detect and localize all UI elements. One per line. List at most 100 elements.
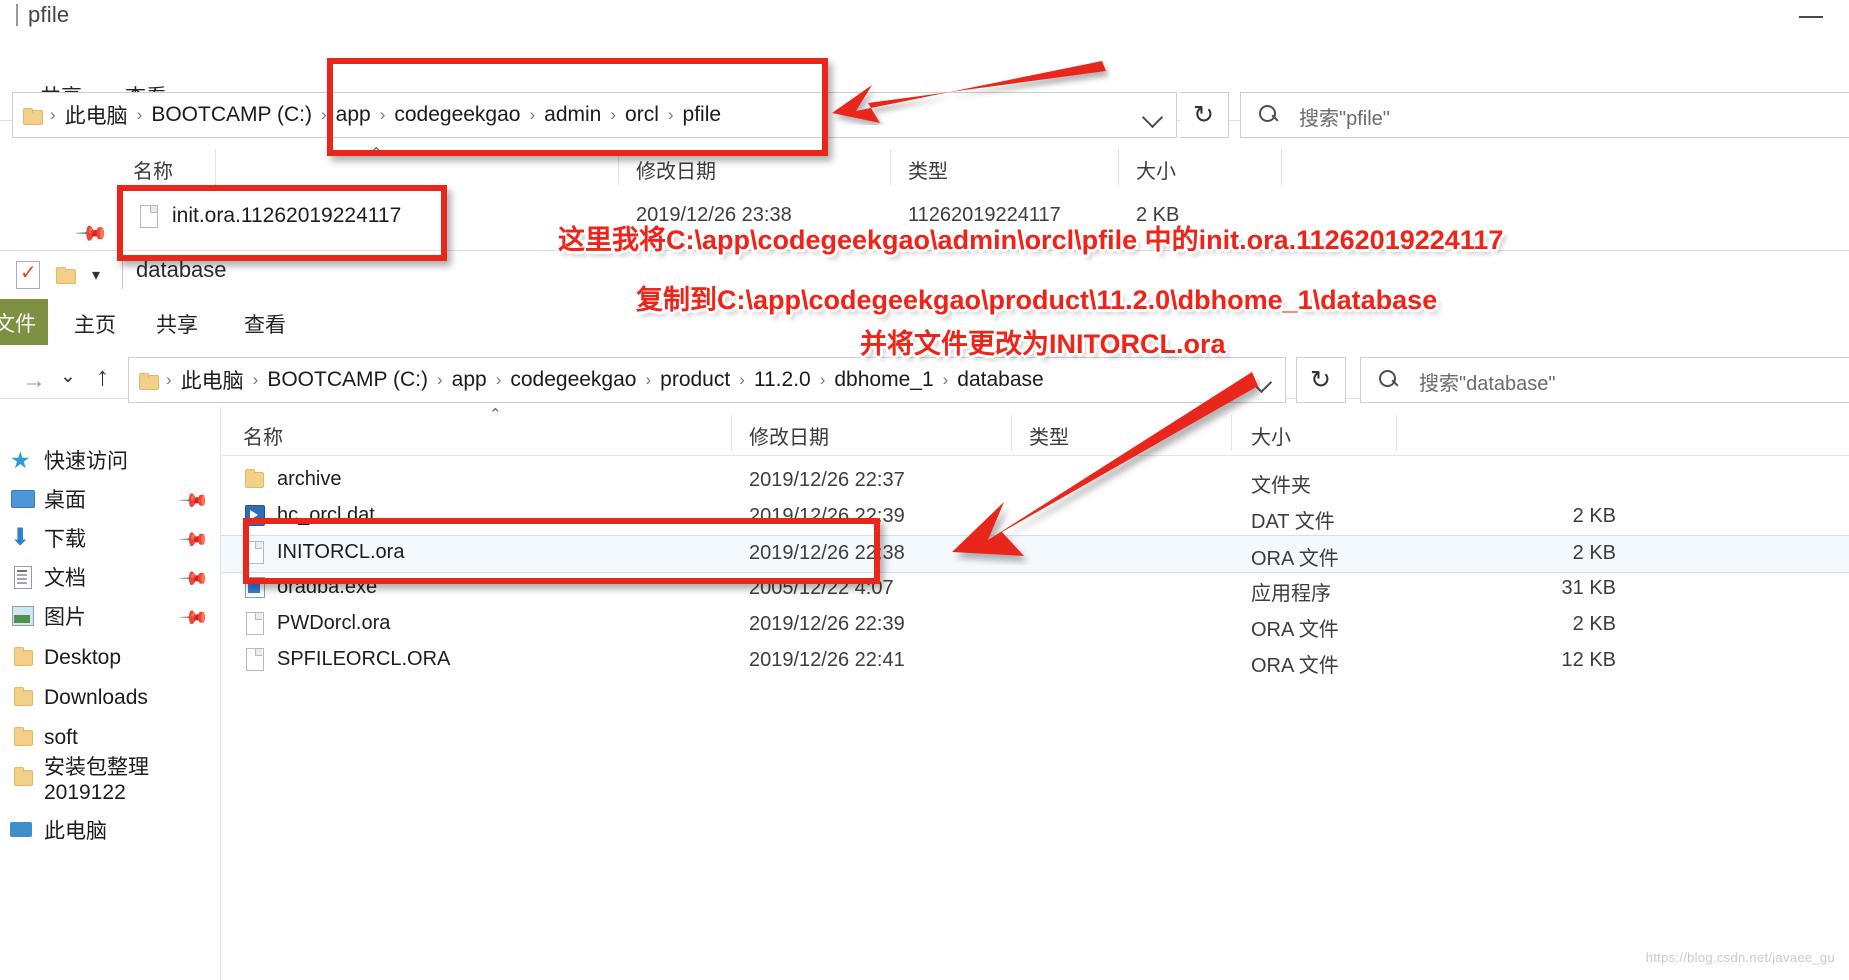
sidebar-item-label: 文档	[44, 566, 86, 590]
breadcrumb-segment[interactable]: codegeekgao	[510, 368, 636, 392]
folder-icon[interactable]	[56, 267, 76, 284]
file-icon	[243, 611, 265, 635]
breadcrumb-segment[interactable]: 此电脑	[65, 100, 128, 130]
sidebar-item-label: Downloads	[44, 685, 148, 709]
arrow-up-icon[interactable]: ↑	[96, 361, 109, 392]
breadcrumb-segment[interactable]: 11.2.0	[754, 368, 811, 392]
breadcrumb-separator: ›	[166, 370, 172, 389]
breadcrumb-separator: ›	[436, 370, 443, 389]
search-placeholder: 搜索"pfile"	[1299, 108, 1390, 130]
column-header-name[interactable]: 名称	[243, 421, 283, 450]
column-divider	[215, 149, 216, 185]
column-divider	[890, 149, 891, 185]
this-pc-icon	[10, 819, 34, 841]
column-header-date[interactable]: 修改日期	[636, 155, 716, 184]
document-icon	[10, 565, 34, 589]
file-name-cell: SPFILEORCL.ORA	[243, 647, 450, 671]
tab-share[interactable]: 共享	[156, 309, 198, 339]
file-size: 2 KB	[1572, 542, 1616, 564]
search-icon	[1379, 370, 1399, 389]
chevron-down-icon[interactable]	[1131, 92, 1175, 136]
breadcrumb-segment[interactable]: BOOTCAMP (C:)	[151, 103, 312, 127]
file-date: 2019/12/26 22:39	[749, 613, 905, 635]
file-type: 文件夹	[1251, 475, 1311, 497]
sidebar-item-label: 此电脑	[44, 819, 107, 843]
refresh-icon[interactable]: ↻	[1296, 357, 1346, 403]
tab-file[interactable]: 文件	[0, 299, 48, 345]
pin-icon[interactable]: 📌	[177, 601, 211, 635]
pin-icon[interactable]: 📌	[177, 562, 211, 596]
sidebar-item-this-pc[interactable]: 此电脑	[0, 811, 220, 848]
checkbox-checked-icon[interactable]	[16, 260, 42, 289]
breadcrumb-segment[interactable]: app	[452, 368, 487, 392]
search-input[interactable]: 搜索"database"	[1360, 357, 1849, 403]
breadcrumb-separator: ›	[739, 370, 745, 389]
folder-icon	[243, 467, 265, 491]
file-name: archive	[277, 467, 342, 490]
pin-icon[interactable]: 📌	[177, 484, 211, 518]
search-input[interactable]: 搜索"pfile"	[1240, 92, 1849, 138]
file-name: PWDorcl.ora	[277, 611, 391, 634]
sidebar-item-label: 安装包整理2019122	[44, 755, 149, 804]
sidebar-item-downloads-en[interactable]: Downloads	[0, 679, 220, 716]
table-row[interactable]: SPFILEORCL.ORA 2019/12/26 22:41 ORA 文件 1…	[221, 643, 1849, 679]
sidebar-item-downloads-cn[interactable]: ⬇ 下载 📌	[0, 519, 220, 557]
star-icon: ★	[10, 446, 31, 473]
file-size: 12 KB	[1561, 649, 1616, 671]
sidebar-item-label: Desktop	[44, 645, 122, 669]
file-icon	[243, 647, 265, 671]
sidebar-item-label: 图片	[44, 605, 86, 629]
file-name-cell: PWDorcl.ora	[243, 611, 390, 635]
file-name-cell: archive	[243, 467, 341, 491]
breadcrumb-highlight-box	[327, 58, 828, 156]
sidebar-item-quick-access[interactable]: ★ 快速访问	[0, 441, 220, 478]
breadcrumb-segment[interactable]: BOOTCAMP (C:)	[267, 368, 428, 392]
annotation-line-2: 复制到C:\app\codegeekgao\product\11.2.0\dbh…	[636, 285, 1438, 315]
file-date: 2019/12/26 22:41	[749, 649, 905, 671]
breadcrumb: › 此电脑 › BOOTCAMP (C:) › app › codegeekga…	[139, 358, 1044, 402]
refresh-icon[interactable]: ↻	[1180, 92, 1229, 138]
sidebar-item-pictures-cn[interactable]: 图片 📌	[0, 597, 220, 634]
sidebar-item-install-packages[interactable]: 安装包整理2019122	[0, 756, 220, 804]
sidebar-item-desktop[interactable]: 桌面 📌	[0, 480, 220, 517]
sidebar-item-desktop-en[interactable]: Desktop	[0, 639, 220, 676]
chevron-down-icon[interactable]: ⌄	[60, 365, 76, 388]
sidebar-item-label: soft	[44, 725, 78, 749]
file-date: 2019/12/26 22:37	[749, 469, 905, 491]
column-header-name[interactable]: 名称	[133, 155, 173, 184]
breadcrumb-segment[interactable]: product	[660, 368, 730, 392]
sidebar-item-documents-cn[interactable]: 文档 📌	[0, 558, 220, 595]
folder-icon	[10, 646, 34, 669]
tab-home[interactable]: 主页	[74, 309, 116, 339]
tab-view[interactable]: 查看	[244, 309, 286, 339]
arrow-to-breadcrumb	[832, 61, 1106, 123]
column-divider	[731, 415, 732, 451]
title-divider	[122, 259, 123, 289]
column-header-size[interactable]: 大小	[1136, 155, 1176, 184]
window1-title-bar: pfile	[0, 0, 1849, 36]
chevron-down-icon[interactable]: ▾	[92, 265, 100, 285]
table-row[interactable]: PWDorcl.ora 2019/12/26 22:39 ORA 文件 2 KB	[221, 607, 1849, 643]
file-size: 31 KB	[1561, 577, 1616, 599]
window1-title: pfile	[16, 2, 69, 28]
search-icon	[1259, 105, 1279, 124]
navigation-pane: ★ 快速访问 桌面 📌 ⬇ 下载 📌 文档 📌 图片 📌 Desktop Dow…	[0, 407, 220, 980]
breadcrumb-separator: ›	[645, 370, 652, 389]
watermark: https://blog.csdn.net/javaee_gu	[1645, 950, 1835, 965]
init-ora-file-highlight-box	[117, 185, 447, 261]
arrow-to-initorcl	[952, 372, 1258, 556]
breadcrumb-segment[interactable]: 此电脑	[181, 365, 244, 395]
pin-icon: 📌	[74, 216, 109, 252]
column-header-date[interactable]: 修改日期	[749, 421, 829, 450]
minimize-icon[interactable]	[1791, 4, 1831, 30]
column-divider	[1118, 149, 1119, 185]
breadcrumb-segment[interactable]: dbhome_1	[834, 368, 933, 392]
column-header-type[interactable]: 类型	[908, 155, 948, 184]
breadcrumb-separator: ›	[320, 105, 327, 124]
pin-icon[interactable]: 📌	[177, 523, 211, 557]
pictures-icon	[10, 605, 34, 627]
window1-column-headers: ⌃ 名称 修改日期 类型 大小	[0, 145, 1849, 190]
folder-icon	[10, 766, 34, 789]
arrow-right-icon[interactable]: →	[22, 367, 46, 395]
folder-icon	[23, 107, 43, 125]
